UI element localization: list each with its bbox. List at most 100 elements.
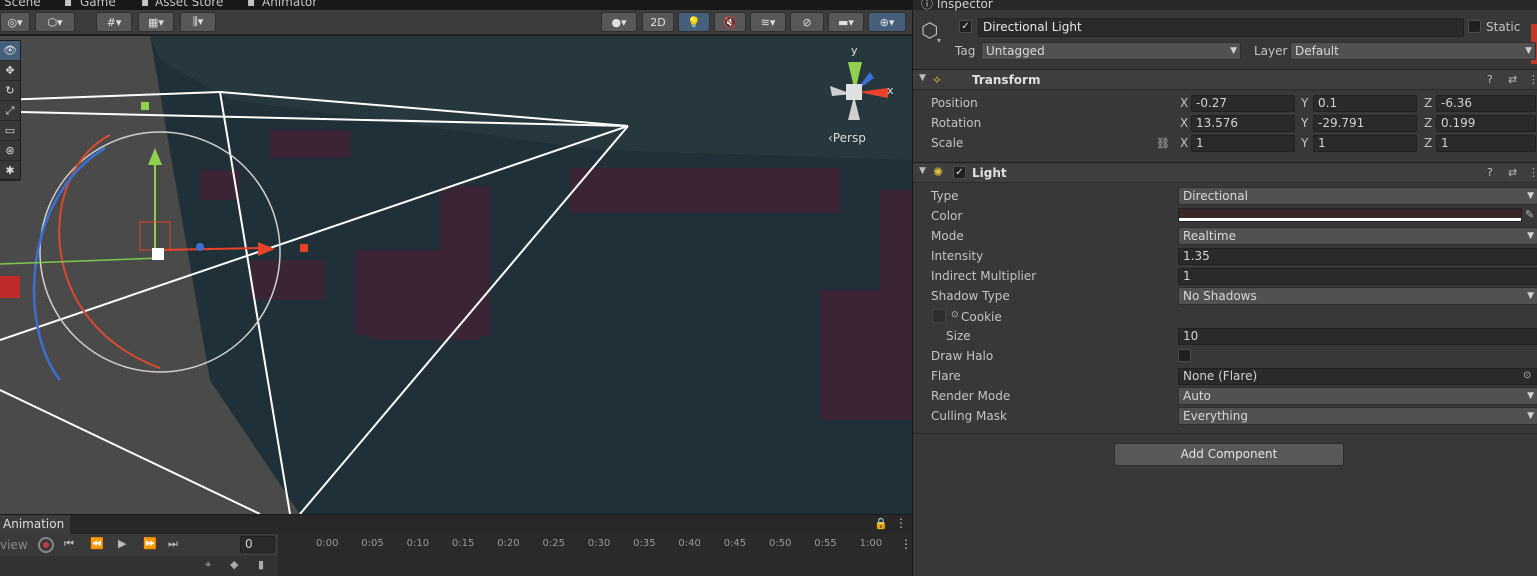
color-field[interactable] xyxy=(1178,208,1522,222)
active-checkbox[interactable]: ✓ xyxy=(959,20,972,33)
position-x-input[interactable]: -0.27 xyxy=(1191,95,1295,112)
lock-icon[interactable]: 🔒 xyxy=(874,517,888,530)
scale-z-input[interactable]: 1 xyxy=(1436,135,1536,152)
camera-gizmo-icon[interactable] xyxy=(0,276,20,298)
mode-dropdown[interactable]: Realtime ▼ xyxy=(1178,227,1537,245)
toggle-2d-button[interactable]: 2D xyxy=(642,12,674,32)
position-x-axis[interactable]: X xyxy=(1180,95,1188,112)
flare-object-field[interactable]: None (Flare) xyxy=(1178,368,1537,385)
z-axis-handle[interactable] xyxy=(196,243,204,251)
scale-z-axis[interactable]: Z xyxy=(1424,135,1432,152)
view-tool-button[interactable]: 👁 xyxy=(0,41,20,61)
scale-y-axis[interactable]: Y xyxy=(1301,135,1308,152)
type-dropdown[interactable]: Directional ▼ xyxy=(1178,187,1537,205)
object-picker-icon[interactable]: ⊙ xyxy=(1523,369,1531,383)
position-y-axis[interactable]: Y xyxy=(1301,95,1308,112)
static-checkbox[interactable] xyxy=(1468,20,1481,33)
lighting-toggle-button[interactable]: 💡 xyxy=(678,12,710,32)
prev-key-button[interactable]: ⏪ xyxy=(90,537,104,550)
eyedropper-icon[interactable]: ✎ xyxy=(1525,208,1534,222)
presets-icon[interactable]: ⇄ xyxy=(1508,73,1517,87)
component-menu-icon[interactable]: ⋮ xyxy=(1528,73,1537,87)
increment-snap-button[interactable]: ⫼▾ xyxy=(180,12,216,32)
object-name-input[interactable]: Directional Light xyxy=(978,18,1464,37)
presets-icon[interactable]: ⇄ xyxy=(1508,166,1517,180)
culling-mask-dropdown[interactable]: Everything ▼ xyxy=(1178,407,1537,425)
grid-visibility-button[interactable]: ▦▾ xyxy=(138,12,174,32)
custom-tool-button[interactable]: ✱ xyxy=(0,161,20,181)
y-scale-handle[interactable] xyxy=(141,102,149,110)
scene-viewport[interactable]: y x xyxy=(0,36,912,514)
tab-animation[interactable]: Animation xyxy=(0,515,71,534)
filter-icon[interactable]: ⌖ xyxy=(205,558,211,572)
scale-y-input[interactable]: 1 xyxy=(1313,135,1417,152)
transform-header[interactable]: ▼ ⟡ Transform ? ⇄ ⋮ xyxy=(913,69,1537,90)
scale-tool-button[interactable]: ⤢ xyxy=(0,101,20,121)
gizmos-button[interactable]: ⊕▾ xyxy=(868,12,906,32)
position-z-axis[interactable]: Z xyxy=(1424,95,1432,112)
rotation-x-axis[interactable]: X xyxy=(1180,115,1188,132)
move-tool-button[interactable]: ✥ xyxy=(0,61,20,81)
last-key-button[interactable]: ⏭ xyxy=(168,537,178,551)
transform-tool-button[interactable]: ⊛ xyxy=(0,141,20,161)
object-picker-icon[interactable]: ⊙ xyxy=(951,310,959,320)
help-icon[interactable]: ? xyxy=(1487,166,1493,180)
timeline-ruler[interactable]: 0:00 0:05 0:10 0:15 0:20 0:25 0:30 0:35 0:40 0:45… xyxy=(278,534,912,576)
rotation-y-axis[interactable]: Y xyxy=(1301,115,1308,132)
shadow-type-dropdown[interactable]: No Shadows ▼ xyxy=(1178,287,1537,305)
play-button[interactable]: ▶ xyxy=(118,537,126,550)
link-scale-icon[interactable]: ⛓ xyxy=(1156,137,1170,151)
tab-scene[interactable]: Scene xyxy=(4,0,41,9)
camera-settings-button[interactable]: ▬▾ xyxy=(828,12,864,32)
light-enabled-checkbox[interactable]: ✓ xyxy=(953,166,966,179)
rotate-tool-button[interactable]: ↻ xyxy=(0,81,20,101)
position-z-input[interactable]: -6.36 xyxy=(1436,95,1536,112)
tab-animator[interactable]: Animator xyxy=(262,0,317,9)
add-component-button[interactable]: Add Component xyxy=(1114,443,1344,466)
timeline-menu-icon[interactable]: ⋮ xyxy=(900,537,912,551)
render-mode-button[interactable]: ⬡▾ xyxy=(35,12,75,32)
shading-mode-button[interactable]: ●▾ xyxy=(601,12,637,32)
preview-toggle[interactable]: view xyxy=(0,538,28,552)
cookie-thumbnail[interactable] xyxy=(932,309,946,323)
layer-dropdown[interactable]: Default ▼ xyxy=(1290,42,1536,60)
help-icon[interactable]: ? xyxy=(1487,73,1493,87)
record-button[interactable] xyxy=(38,537,54,553)
light-header[interactable]: ▼ ✺ ✓ Light ? ⇄ ⋮ xyxy=(913,162,1537,183)
draw-halo-checkbox[interactable] xyxy=(1178,349,1191,362)
icon-dropdown-arrow[interactable]: ▾ xyxy=(937,36,941,45)
position-y-input[interactable]: 0.1 xyxy=(1313,95,1417,112)
hidden-objects-toggle[interactable]: ⊘ xyxy=(790,12,824,32)
scale-x-axis[interactable]: X xyxy=(1180,135,1188,152)
audio-toggle-button[interactable]: 🔇 xyxy=(714,12,746,32)
tag-dropdown[interactable]: Untagged ▼ xyxy=(981,42,1241,60)
projection-toggle[interactable]: ‹Persp xyxy=(828,131,866,145)
scale-x-input[interactable]: 1 xyxy=(1191,135,1295,152)
component-menu-icon[interactable]: ⋮ xyxy=(1528,166,1537,180)
frame-input[interactable]: 0 xyxy=(240,536,275,553)
x-scale-handle[interactable] xyxy=(300,244,308,252)
add-keyframe-icon[interactable]: ◆ xyxy=(230,558,238,571)
foldout-arrow-icon[interactable]: ▼ xyxy=(919,73,926,83)
tab-inspector[interactable]: ⓘ Inspector xyxy=(921,0,993,12)
effects-button[interactable]: ≋▾ xyxy=(750,12,786,32)
draw-mode-button[interactable]: ◎▾ xyxy=(0,12,30,32)
first-key-button[interactable]: ⏮ xyxy=(64,537,74,551)
render-mode-dropdown[interactable]: Auto ▼ xyxy=(1178,387,1537,405)
indirect-multiplier-input[interactable]: 1 xyxy=(1178,268,1537,285)
rotation-z-axis[interactable]: Z xyxy=(1424,115,1432,132)
rect-tool-button[interactable]: ▭ xyxy=(0,121,20,141)
pivot-square[interactable] xyxy=(152,248,164,260)
size-input[interactable]: 10 xyxy=(1178,328,1537,345)
next-key-button[interactable]: ⏩ xyxy=(143,537,157,550)
intensity-input[interactable]: 1.35 xyxy=(1178,248,1537,265)
menu-kebab-icon[interactable]: ⋮ xyxy=(895,516,907,530)
rotation-y-input[interactable]: -29.791 xyxy=(1313,115,1417,132)
tab-asset-store[interactable]: Asset Store xyxy=(155,0,223,9)
foldout-arrow-icon[interactable]: ▼ xyxy=(919,166,926,176)
rotation-x-input[interactable]: 13.576 xyxy=(1191,115,1295,132)
rotation-z-input[interactable]: 0.199 xyxy=(1436,115,1536,132)
add-event-icon[interactable]: ▮ xyxy=(258,558,264,571)
tab-game[interactable]: Game xyxy=(80,0,116,9)
grid-snap-button[interactable]: #▾ xyxy=(96,12,132,32)
